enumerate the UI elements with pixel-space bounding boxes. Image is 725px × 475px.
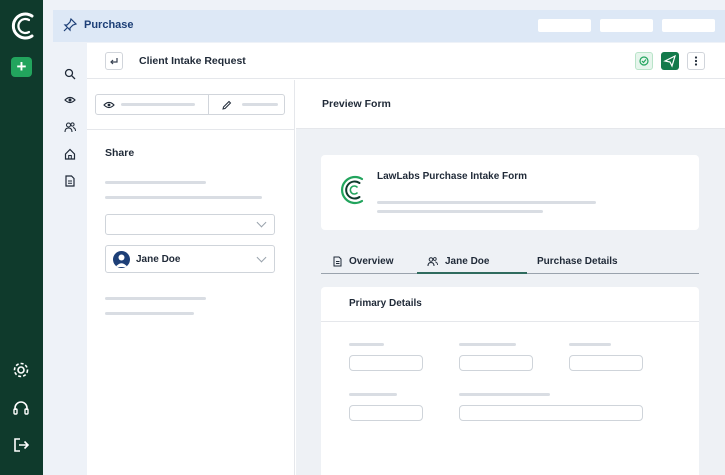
top-placeholder-2 xyxy=(600,19,653,32)
secondary-nav xyxy=(53,43,87,475)
edit-mode-button[interactable] xyxy=(209,95,284,114)
primary-details-section: Primary Details xyxy=(321,287,699,475)
field-label-placeholder xyxy=(349,393,397,396)
form-field[interactable] xyxy=(569,355,643,371)
field-label-placeholder xyxy=(459,343,516,346)
tab-purchase-details-label: Purchase Details xyxy=(537,256,618,267)
text-placeholder xyxy=(105,312,194,315)
home-icon[interactable] xyxy=(64,148,76,160)
page-title: Client Intake Request xyxy=(139,55,246,67)
text-placeholder xyxy=(105,196,262,199)
module-title: Purchase xyxy=(84,19,134,31)
document-icon[interactable] xyxy=(64,175,76,187)
field-label-placeholder xyxy=(569,343,611,346)
settings-icon[interactable] xyxy=(12,361,30,379)
chevron-down-icon xyxy=(256,252,267,263)
form-header-card: LawLabs Purchase Intake Form xyxy=(321,155,699,230)
divider xyxy=(87,129,295,130)
assignee-name: Jane Doe xyxy=(136,254,181,265)
check-circle-icon xyxy=(639,56,649,66)
form-field[interactable] xyxy=(349,405,423,421)
text-placeholder xyxy=(377,210,543,213)
top-placeholder-1 xyxy=(538,19,591,32)
share-heading: Share xyxy=(105,147,135,159)
view-mode-button[interactable] xyxy=(96,95,208,114)
field-label-placeholder xyxy=(349,343,384,346)
back-button[interactable] xyxy=(105,52,123,70)
pencil-icon xyxy=(222,100,232,110)
form-title: LawLabs Purchase Intake Form xyxy=(377,171,528,182)
document-icon xyxy=(333,256,342,267)
support-headset-icon[interactable] xyxy=(12,399,30,417)
edit-label-placeholder xyxy=(242,103,278,106)
return-arrow-icon xyxy=(110,58,118,65)
logout-icon[interactable] xyxy=(12,436,30,454)
view-label-placeholder xyxy=(121,103,195,106)
share-dropdown[interactable] xyxy=(105,214,275,235)
create-new-button[interactable]: + xyxy=(11,57,32,77)
user-avatar-icon xyxy=(115,254,128,267)
form-field[interactable] xyxy=(459,355,533,371)
send-button[interactable] xyxy=(661,52,679,70)
preview-title: Preview Form xyxy=(322,98,391,110)
chevron-down-icon xyxy=(256,217,267,228)
text-placeholder xyxy=(105,297,206,300)
section-title: Primary Details xyxy=(349,298,422,309)
top-bar: Purchase xyxy=(53,10,725,42)
send-icon xyxy=(663,54,676,68)
search-icon[interactable] xyxy=(64,68,76,80)
tab-purchase-details[interactable]: Purchase Details xyxy=(527,252,647,272)
tab-overview-label: Overview xyxy=(349,256,394,267)
eye-icon xyxy=(103,101,115,109)
request-header: Client Intake Request xyxy=(87,43,725,79)
status-check-button[interactable] xyxy=(635,52,653,70)
field-label-placeholder xyxy=(459,393,550,396)
tab-jane-doe[interactable]: Jane Doe xyxy=(417,252,527,272)
form-field[interactable] xyxy=(349,355,423,371)
lawlabs-logo xyxy=(341,175,364,205)
users-icon xyxy=(427,257,438,267)
preview-pane: Preview Form LawLabs Purchase Intake For… xyxy=(296,80,725,475)
users-icon[interactable] xyxy=(64,121,76,133)
more-vertical-icon xyxy=(694,56,698,66)
eye-icon[interactable] xyxy=(64,94,76,106)
text-placeholder xyxy=(105,181,206,184)
section-header: Primary Details xyxy=(321,287,699,322)
view-edit-toggle xyxy=(95,94,285,115)
tab-overview[interactable]: Overview xyxy=(321,252,417,272)
more-options-button[interactable] xyxy=(687,52,705,70)
main-panel: Client Intake Request Share Jane Doe Pre… xyxy=(87,43,725,475)
share-pane: Share Jane Doe xyxy=(87,80,295,475)
top-placeholder-3 xyxy=(662,19,715,32)
active-tab-indicator xyxy=(417,272,527,274)
assignee-select[interactable]: Jane Doe xyxy=(105,245,275,273)
tab-jane-doe-label: Jane Doe xyxy=(445,256,490,267)
form-tabs: Overview Jane Doe Purchase Details xyxy=(321,252,699,274)
app-logo[interactable] xyxy=(8,10,36,42)
text-placeholder xyxy=(377,201,596,204)
avatar xyxy=(113,251,130,268)
form-field[interactable] xyxy=(459,405,643,421)
pin-icon[interactable] xyxy=(63,18,77,32)
app-sidebar: + xyxy=(0,0,43,475)
preview-header: Preview Form xyxy=(296,80,725,129)
